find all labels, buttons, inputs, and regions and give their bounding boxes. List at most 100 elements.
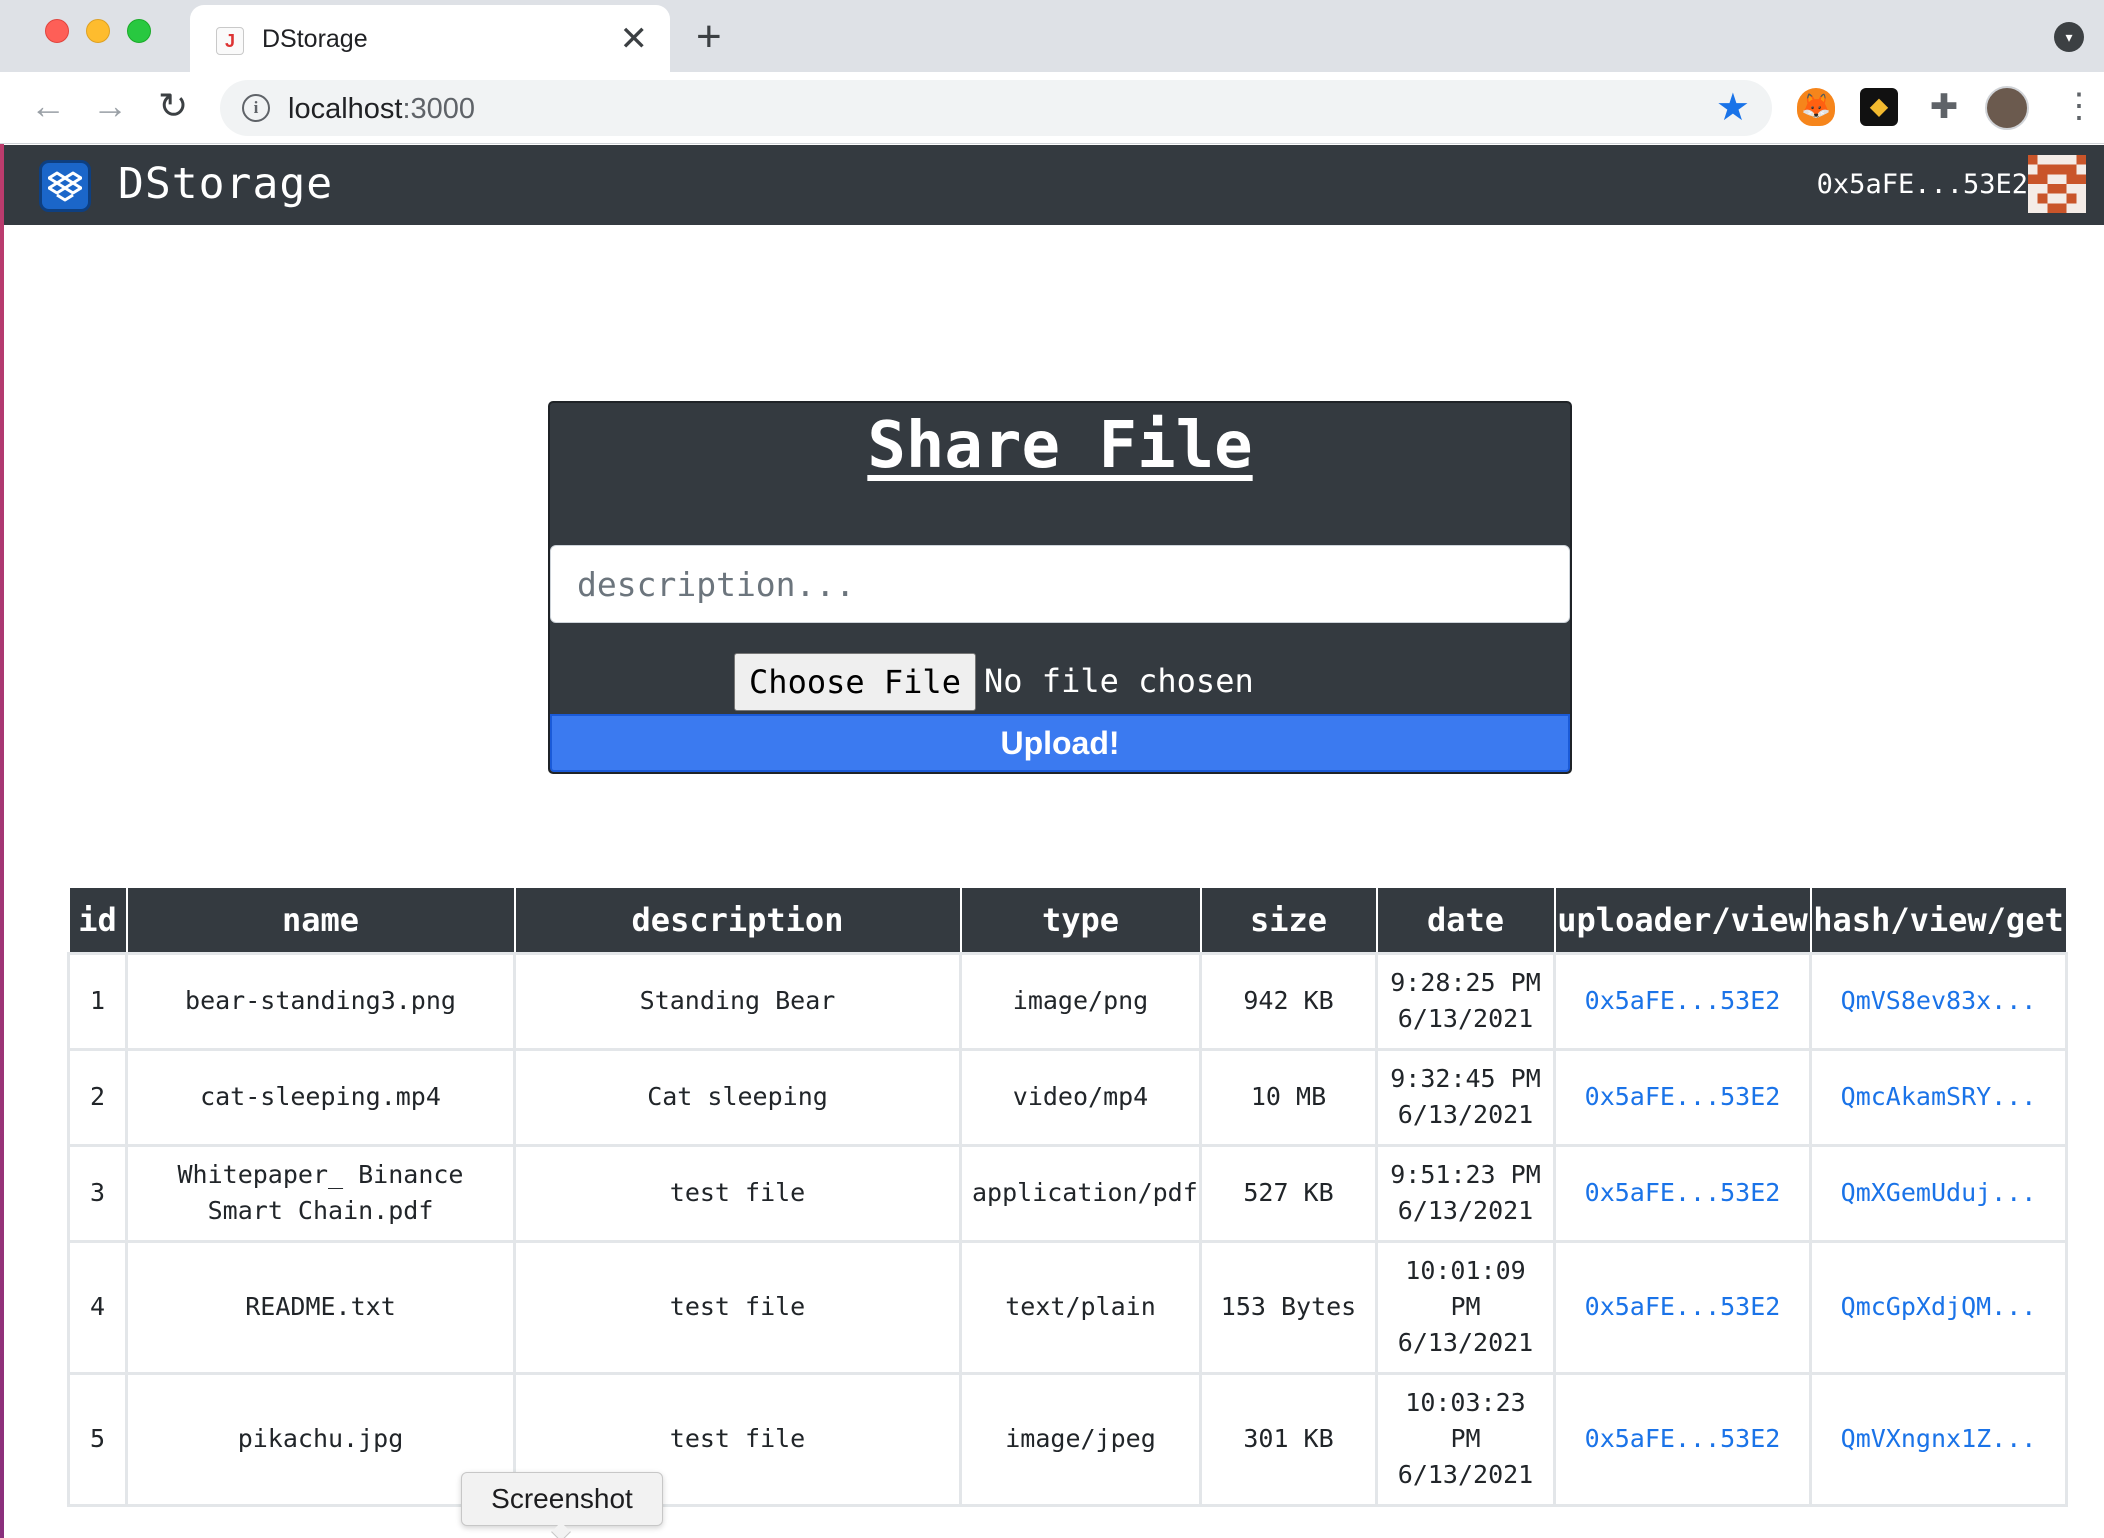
cell-id: 2 (67, 1047, 128, 1147)
browser-toolbar: ← → ↻ i localhost:3000 ★ 🦊 ◆ ✚ ⋮ (0, 72, 2104, 144)
hash-link[interactable]: QmVXngnx1Z... (1809, 1371, 2068, 1507)
cell-description: Standing Bear (513, 951, 962, 1051)
cell-type: image/jpeg (959, 1371, 1202, 1507)
cell-description: Cat sleeping (513, 1047, 962, 1147)
hash-link[interactable]: QmcGpXdjQM... (1809, 1239, 2068, 1375)
column-header-date: date (1375, 886, 1556, 954)
cell-time-text: 9:28:25 PM (1390, 968, 1541, 997)
file-status-text: No file chosen (984, 662, 1254, 700)
hash-link[interactable]: QmXGemUduj... (1809, 1143, 2068, 1243)
screenshot-tooltip: Screenshot (461, 1472, 663, 1538)
back-icon[interactable]: ← (30, 86, 66, 126)
cell-time-text: 10:01:09 PM (1405, 1256, 1526, 1321)
cell-type: video/mp4 (959, 1047, 1202, 1147)
forward-icon[interactable]: → (92, 86, 128, 126)
cell-date-text: 6/13/2021 (1397, 1460, 1534, 1489)
cell-name: pikachu.jpg (125, 1371, 516, 1507)
cell-description: test file (513, 1143, 962, 1243)
cell-size: 10 MB (1199, 1047, 1378, 1147)
description-input[interactable] (550, 545, 1570, 623)
uploader-link[interactable]: 0x5aFE...53E2 (1553, 1239, 1812, 1375)
url-host: localhost (288, 93, 403, 125)
table-row: 3 Whitepaper_ Binance Smart Chain.pdf te… (67, 1143, 2068, 1243)
cell-date: 10:01:09 PM 6/13/2021 (1375, 1239, 1556, 1375)
cell-id: 4 (67, 1239, 128, 1375)
column-header-type: type (959, 886, 1202, 954)
column-header-hash: hash/view/get (1809, 886, 2068, 954)
binance-wallet-icon[interactable]: ◆ (1860, 88, 1898, 126)
cell-date-text: 6/13/2021 (1397, 1196, 1534, 1225)
dropbox-logo-icon[interactable] (39, 160, 91, 212)
close-window-button[interactable] (45, 19, 69, 43)
profile-avatar[interactable] (1985, 86, 2029, 130)
upload-button[interactable]: Upload! (550, 714, 1570, 772)
uploader-link[interactable]: 0x5aFE...53E2 (1553, 1143, 1812, 1243)
zoom-window-button[interactable] (127, 19, 151, 43)
cell-id: 5 (67, 1371, 128, 1507)
kebab-menu-icon[interactable]: ⋮ (2062, 86, 2096, 126)
table-row: 4 README.txt test file text/plain 153 By… (67, 1239, 2068, 1375)
uploader-link[interactable]: 0x5aFE...53E2 (1553, 1371, 1812, 1507)
tab-title: DStorage (262, 25, 368, 53)
choose-file-button[interactable]: Choose File (734, 653, 976, 711)
metamask-fox-icon[interactable]: 🦊 (1797, 88, 1835, 126)
url-text[interactable]: localhost:3000 (288, 93, 475, 126)
cell-time-text: 10:03:23 PM (1405, 1388, 1526, 1453)
cell-type: image/png (959, 951, 1202, 1051)
column-header-description: description (513, 886, 962, 954)
account-address: 0x5aFE...53E2 (1816, 169, 2028, 200)
minimize-window-button[interactable] (86, 19, 110, 43)
cell-size: 301 KB (1199, 1371, 1378, 1507)
browser-tab-strip: J DStorage ✕ + ▾ (0, 0, 2104, 72)
table-row: 1 bear-standing3.png Standing Bear image… (67, 951, 2068, 1051)
table-header-row: id name description type size date uploa… (67, 886, 2068, 954)
new-tab-button[interactable]: + (696, 12, 722, 62)
cell-size: 942 KB (1199, 951, 1378, 1051)
cell-name: Whitepaper_ Binance Smart Chain.pdf (125, 1143, 516, 1243)
cell-description: test file (513, 1239, 962, 1375)
cell-time-text: 9:51:23 PM (1390, 1160, 1541, 1189)
cell-size: 153 Bytes (1199, 1239, 1378, 1375)
tab-search-icon[interactable]: ▾ (2054, 22, 2084, 52)
url-port: :3000 (402, 93, 476, 125)
cell-name: cat-sleeping.mp4 (125, 1047, 516, 1147)
files-table: id name description type size date uploa… (67, 886, 2068, 1507)
column-header-uploader: uploader/view (1553, 886, 1812, 954)
cell-date: 9:32:45 PM 6/13/2021 (1375, 1047, 1556, 1147)
cell-time-text: 9:32:45 PM (1390, 1064, 1541, 1093)
window-edge (0, 0, 4, 1538)
cell-id: 1 (67, 951, 128, 1051)
column-header-size: size (1199, 886, 1378, 954)
app-title[interactable]: DStorage (118, 159, 333, 209)
identicon-avatar (2028, 155, 2086, 213)
table-row: 2 cat-sleeping.mp4 Cat sleeping video/mp… (67, 1047, 2068, 1147)
cell-id: 3 (67, 1143, 128, 1243)
info-icon[interactable]: i (242, 94, 270, 122)
puzzle-icon[interactable]: ✚ (1925, 88, 1963, 126)
share-file-title: Share File (867, 409, 1253, 483)
table-row: 5 pikachu.jpg test file image/jpeg 301 K… (67, 1371, 2068, 1507)
cell-name: README.txt (125, 1239, 516, 1375)
close-tab-icon[interactable]: ✕ (620, 19, 649, 59)
cell-date: 9:28:25 PM 6/13/2021 (1375, 951, 1556, 1051)
column-header-name: name (125, 886, 516, 954)
cell-date-text: 6/13/2021 (1397, 1004, 1534, 1033)
star-icon[interactable]: ★ (1716, 86, 1750, 130)
cell-name: bear-standing3.png (125, 951, 516, 1051)
address-bar[interactable]: i localhost:3000 ★ (220, 80, 1772, 136)
cell-size: 527 KB (1199, 1143, 1378, 1243)
reload-icon[interactable]: ↻ (158, 86, 188, 126)
share-file-card: Share File Choose File No file chosen Up… (548, 401, 1572, 774)
app-navbar: DStorage 0x5aFE...53E2 (4, 145, 2104, 225)
uploader-link[interactable]: 0x5aFE...53E2 (1553, 951, 1812, 1051)
cell-type: text/plain (959, 1239, 1202, 1375)
uploader-link[interactable]: 0x5aFE...53E2 (1553, 1047, 1812, 1147)
hash-link[interactable]: QmcAkamSRY... (1809, 1047, 2068, 1147)
tooltip-arrow (551, 1522, 571, 1538)
tooltip-text: Screenshot (491, 1483, 633, 1514)
browser-tab[interactable]: J DStorage ✕ (190, 5, 670, 72)
hash-link[interactable]: QmVS8ev83x... (1809, 951, 2068, 1051)
favicon-icon: J (216, 27, 244, 55)
cell-date-text: 6/13/2021 (1397, 1328, 1534, 1357)
cell-date: 10:03:23 PM 6/13/2021 (1375, 1371, 1556, 1507)
